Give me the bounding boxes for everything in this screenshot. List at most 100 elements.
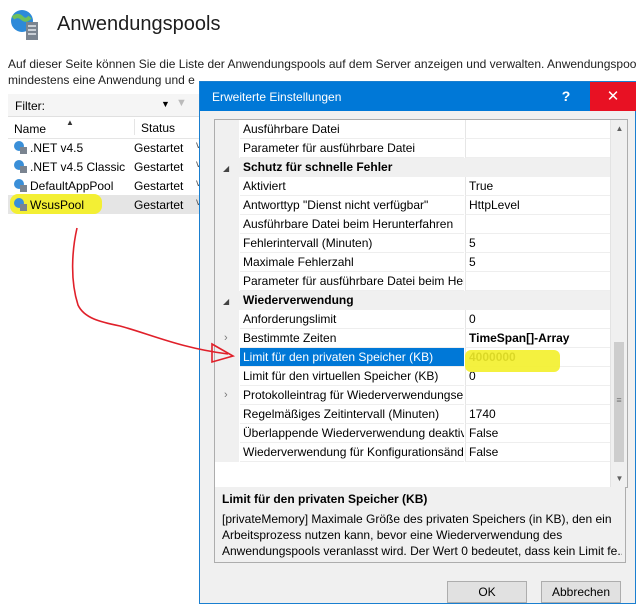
description-line: Arbeitsprozess nutzen kann, bevor eine W… <box>222 528 563 542</box>
row-gutter <box>215 139 239 158</box>
pool-name: .NET v4.5 <box>30 141 84 155</box>
row-gutter <box>215 367 239 386</box>
filter-bar[interactable]: Filter: ▼ ▼ <box>8 94 208 117</box>
close-button[interactable]: ✕ <box>590 82 636 111</box>
property-row[interactable]: › Bestimmte Zeiten TimeSpan[]-Array <box>215 329 610 348</box>
property-value[interactable]: HttpLevel <box>465 196 610 215</box>
property-row[interactable]: Überlappende Wiederverwendung deaktiv Fal… <box>215 424 610 443</box>
collapse-icon[interactable]: ◢ <box>223 297 229 306</box>
scrollbar-thumb[interactable]: ≡ <box>614 342 624 462</box>
property-row[interactable]: › Protokolleintrag für Wiederverwendungse <box>215 386 610 405</box>
property-grid: Ausführbare Datei Parameter für ausführba… <box>214 119 628 488</box>
property-name: Parameter für ausführbare Datei <box>240 139 464 158</box>
help-button[interactable]: ? <box>544 82 588 111</box>
pool-row-selected[interactable]: WsusPool Gestartet v <box>8 194 208 214</box>
property-name: Limit für den virtuellen Speicher (KB) <box>240 367 464 386</box>
category-label: Schutz für schnelle Fehler <box>240 158 610 177</box>
description-text: [privateMemory] Maximale Größe des priva… <box>222 511 622 559</box>
yellow-highlight <box>465 350 560 372</box>
property-row[interactable]: Regelmäßiges Zeitintervall (Minuten) 1740 <box>215 405 610 424</box>
property-name: Protokolleintrag für Wiederverwendungse <box>240 386 464 405</box>
pools-table-header: Name ▲ Status <box>8 118 208 139</box>
app-pool-icon <box>14 141 27 154</box>
property-name: Wiederverwendung für Konfigurationsänd <box>240 443 464 462</box>
cancel-button[interactable]: Abbrechen <box>541 581 621 603</box>
property-grid-scrollbar[interactable]: ▲ ≡ ▼ <box>610 120 627 487</box>
advanced-settings-dialog: Erweiterte Einstellungen ? ✕ Ausführbare… <box>199 81 636 604</box>
row-gutter <box>215 215 239 234</box>
property-category[interactable]: ◢ Wiederverwendung <box>215 291 610 310</box>
expand-icon[interactable]: › <box>224 332 228 344</box>
property-name: Bestimmte Zeiten <box>240 329 464 348</box>
property-value[interactable]: False <box>465 424 610 443</box>
column-header-name[interactable]: Name <box>14 122 46 136</box>
property-value[interactable]: 5 <box>465 234 610 253</box>
property-value[interactable] <box>465 139 610 158</box>
description-title: Limit für den privaten Speicher (KB) <box>222 492 428 506</box>
pool-status: Gestartet <box>134 198 184 212</box>
row-gutter <box>215 253 239 272</box>
dialog-titlebar[interactable]: Erweiterte Einstellungen ? ✕ <box>200 82 636 111</box>
pool-name: .NET v4.5 Classic <box>30 160 126 174</box>
collapse-icon[interactable]: ◢ <box>223 164 229 173</box>
property-name: Parameter für ausführbare Datei beim Her <box>240 272 464 291</box>
row-gutter <box>215 272 239 291</box>
description-line: [privateMemory] Maximale Größe des priva… <box>222 512 612 526</box>
property-name: Regelmäßiges Zeitintervall (Minuten) <box>240 405 464 424</box>
description-line: Anwendungspools veranlasst wird. Der Wer… <box>222 544 622 558</box>
property-description-panel: Limit für den privaten Speicher (KB) [pr… <box>214 487 626 563</box>
property-row[interactable]: Antworttyp "Dienst nicht verfügbar" HttpL… <box>215 196 610 215</box>
page-description-line: Auf dieser Seite können Sie die Liste de… <box>8 57 636 71</box>
row-gutter <box>215 424 239 443</box>
pool-status: Gestartet <box>134 141 184 155</box>
pool-status: Gestartet <box>134 179 184 193</box>
filter-go-icon[interactable]: ▼ <box>176 97 190 111</box>
property-row[interactable]: Maximale Fehlerzahl 5 <box>215 253 610 272</box>
row-gutter <box>215 405 239 424</box>
row-gutter: ◢ <box>215 291 239 310</box>
property-value[interactable]: TimeSpan[]-Array <box>465 329 610 348</box>
property-name: Überlappende Wiederverwendung deaktiv <box>240 424 464 443</box>
column-header-status[interactable]: Status <box>134 119 175 135</box>
row-gutter: › <box>215 386 239 405</box>
pool-row[interactable]: .NET v4.5 Gestartet v <box>8 138 208 157</box>
property-name: Aktiviert <box>240 177 464 196</box>
property-row[interactable]: Ausführbare Datei <box>215 120 610 139</box>
scroll-down-icon[interactable]: ▼ <box>611 470 627 487</box>
property-category[interactable]: ◢ Schutz für schnelle Fehler <box>215 158 610 177</box>
page-title: Anwendungspools <box>57 13 221 35</box>
iis-globe-icon <box>11 10 38 40</box>
property-value[interactable] <box>465 120 610 139</box>
property-row[interactable]: Wiederverwendung für Konfigurationsänd Fa… <box>215 443 610 462</box>
property-value[interactable] <box>465 215 610 234</box>
property-value[interactable]: True <box>465 177 610 196</box>
property-row[interactable]: Ausführbare Datei beim Herunterfahren <box>215 215 610 234</box>
row-gutter: › <box>215 329 239 348</box>
property-value[interactable]: 5 <box>465 253 610 272</box>
property-value[interactable]: False <box>465 443 610 462</box>
property-value[interactable] <box>465 386 610 405</box>
property-row[interactable]: Aktiviert True <box>215 177 610 196</box>
row-gutter <box>215 120 239 139</box>
property-value[interactable]: 1740 <box>465 405 610 424</box>
pool-name: DefaultAppPool <box>30 179 114 193</box>
property-value[interactable] <box>465 272 610 291</box>
row-gutter <box>215 234 239 253</box>
property-name: Limit für den privaten Speicher (KB) <box>240 348 464 367</box>
property-value[interactable]: 0 <box>465 310 610 329</box>
scrollbar-grip-icon: ≡ <box>616 395 622 405</box>
row-gutter: ◢ <box>215 158 239 177</box>
pool-row[interactable]: DefaultAppPool Gestartet v <box>8 176 208 195</box>
property-row[interactable]: Anforderungslimit 0 <box>215 310 610 329</box>
property-row[interactable]: Fehlerintervall (Minuten) 5 <box>215 234 610 253</box>
property-row[interactable]: Parameter für ausführbare Datei beim Her <box>215 272 610 291</box>
scroll-up-icon[interactable]: ▲ <box>611 120 627 137</box>
property-row[interactable]: Parameter für ausführbare Datei <box>215 139 610 158</box>
expand-icon[interactable]: › <box>224 389 228 401</box>
filter-dropdown-arrow-icon[interactable]: ▼ <box>161 99 170 109</box>
ok-button[interactable]: OK <box>447 581 527 603</box>
row-gutter <box>215 177 239 196</box>
pool-row[interactable]: .NET v4.5 Classic Gestartet v <box>8 157 208 176</box>
property-name: Fehlerintervall (Minuten) <box>240 234 464 253</box>
dialog-title: Erweiterte Einstellungen <box>212 90 342 104</box>
